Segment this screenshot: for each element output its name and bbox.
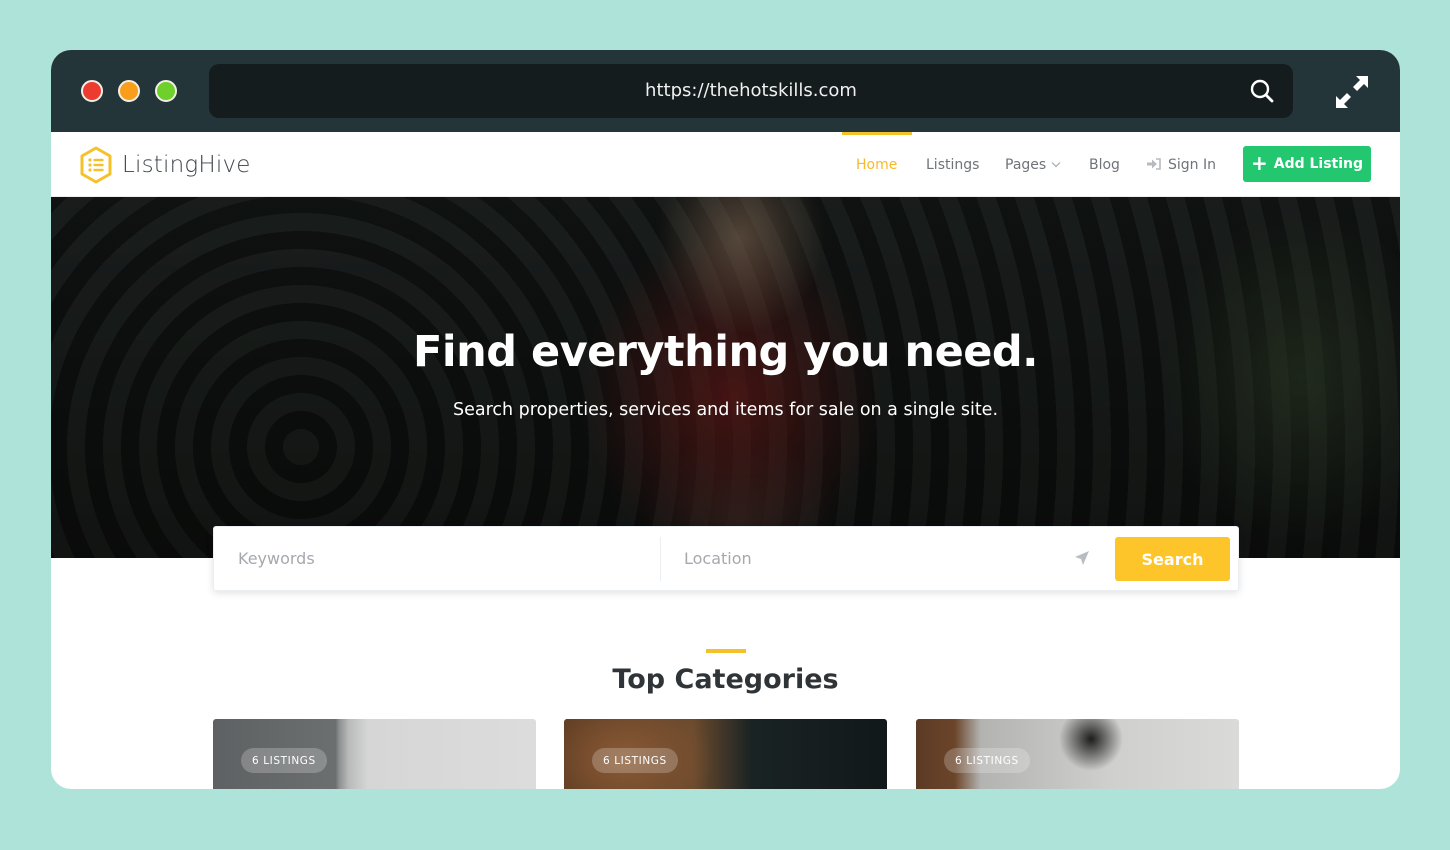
chevron-down-icon (1051, 158, 1061, 168)
add-listing-label: Add Listing (1273, 156, 1364, 172)
search-form: Keywords Location Search (213, 526, 1239, 591)
browser-chrome: https://thehotskills.com (51, 50, 1400, 132)
search-icon[interactable] (1249, 78, 1275, 104)
active-nav-indicator (842, 132, 912, 135)
keywords-input[interactable]: Keywords (238, 527, 658, 590)
category-card[interactable]: 6 LISTINGS (564, 719, 887, 789)
category-card[interactable]: 6 LISTINGS (916, 719, 1239, 789)
nav-pages-label: Pages (1005, 157, 1047, 173)
hero-background-image (51, 197, 1400, 558)
category-card[interactable]: 6 LISTINGS (213, 719, 536, 789)
sign-in-icon (1147, 158, 1161, 170)
plus-icon: + (1250, 151, 1268, 175)
hero-subtitle: Search properties, services and items fo… (452, 400, 999, 420)
browser-window: https://thehotskills.com ListingHive Hom… (51, 50, 1400, 789)
sign-in-label: Sign In (1168, 157, 1216, 173)
section-accent-bar (706, 649, 746, 653)
add-listing-button[interactable]: + Add Listing (1243, 146, 1371, 182)
hive-logo-icon (80, 146, 112, 184)
search-button[interactable]: Search (1115, 537, 1230, 581)
section-title: Top Categories (612, 664, 839, 695)
hero-banner: Find everything you need. Search propert… (51, 197, 1400, 558)
nav-blog[interactable]: Blog (1089, 157, 1120, 173)
maximize-window-button[interactable] (155, 80, 177, 102)
site-navbar: ListingHive Home Listings Pages Blog Sig… (51, 132, 1400, 197)
expand-icon[interactable] (1334, 74, 1370, 110)
url-text[interactable]: https://thehotskills.com (209, 80, 1293, 101)
location-input[interactable]: Location (684, 527, 1084, 590)
sign-in-link[interactable]: Sign In (1147, 157, 1216, 173)
address-bar[interactable]: https://thehotskills.com (209, 64, 1293, 118)
logo-text: ListingHive (122, 152, 251, 178)
minimize-window-button[interactable] (118, 80, 140, 102)
listing-count-badge: 6 LISTINGS (944, 748, 1030, 773)
listing-count-badge: 6 LISTINGS (241, 748, 327, 773)
search-divider (660, 537, 661, 581)
close-window-button[interactable] (81, 80, 103, 102)
nav-home[interactable]: Home (856, 157, 897, 173)
listing-count-badge: 6 LISTINGS (592, 748, 678, 773)
nav-pages[interactable]: Pages (1005, 157, 1061, 173)
location-arrow-icon[interactable] (1074, 550, 1090, 566)
nav-listings[interactable]: Listings (926, 157, 979, 173)
site-logo[interactable]: ListingHive (79, 146, 251, 184)
hero-title: Find everything you need. (412, 327, 1039, 377)
